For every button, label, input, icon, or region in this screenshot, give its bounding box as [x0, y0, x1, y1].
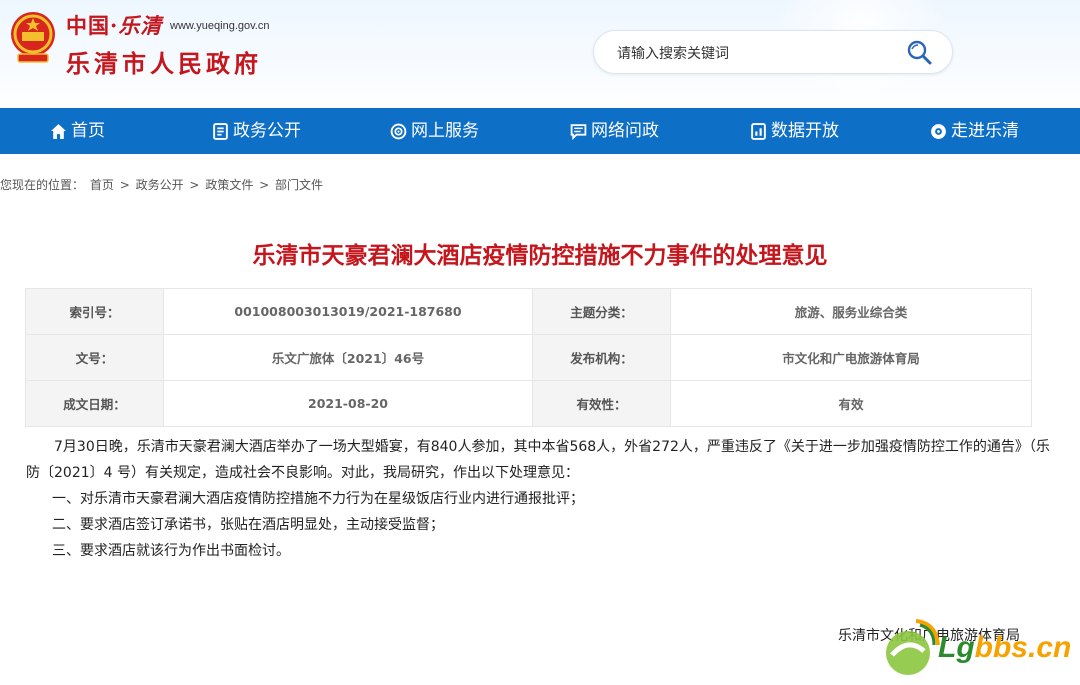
breadcrumb-link-home[interactable]: 首页: [90, 178, 114, 192]
search-box[interactable]: 请输入搜索关键词: [593, 30, 953, 74]
breadcrumb-link-gov-affairs[interactable]: 政务公开: [136, 178, 184, 192]
table-row: 索引号： 001008003013019/2021-187680 主题分类： 旅…: [25, 288, 1032, 335]
nav-label: 网络问政: [591, 121, 659, 141]
site-header: 中国·乐清 www.yueqing.gov.cn 乐清市人民政府 请输入搜索关键…: [0, 0, 1080, 108]
main-nav: 首页 政务公开 网上服务 网络问政 数据开放 走进乐清: [0, 108, 1080, 154]
table-row: 成文日期： 2021-08-20 有效性： 有效: [25, 380, 1032, 427]
docno-value: 乐文广旅体〔2021〕46号: [163, 334, 533, 381]
article-body: 7月30日晚，乐清市天豪君澜大酒店举办了一场大型婚宴，有840人参加，其中本省5…: [26, 434, 1056, 564]
data-icon: [751, 122, 766, 140]
topic-value: 旅游、服务业综合类: [670, 288, 1032, 335]
search-input[interactable]: 请输入搜索关键词: [617, 43, 729, 63]
article-item-3: 三、要求酒店就该行为作出书面检讨。: [52, 543, 290, 559]
org-label: 发布机构：: [532, 334, 671, 381]
document-icon: [213, 122, 228, 140]
nav-label: 数据开放: [771, 121, 839, 141]
nav-item-gov-affairs[interactable]: 政务公开: [212, 108, 301, 154]
chat-icon: [570, 123, 587, 140]
index-label: 索引号：: [25, 288, 164, 335]
index-value: 001008003013019/2021-187680: [163, 288, 533, 335]
nav-item-about-yueqing[interactable]: 走进乐清: [930, 108, 1019, 154]
breadcrumb-link-policy[interactable]: 政策文件: [205, 178, 253, 192]
watermark-text: Lgbbs.cn: [938, 631, 1072, 664]
docno-label: 文号：: [25, 334, 164, 381]
validity-value: 有效: [670, 380, 1032, 427]
watermark-leaf-icon: [886, 619, 940, 675]
watermark-logo: Lgbbs.cn: [880, 615, 1075, 685]
breadcrumb-link-dept-docs[interactable]: 部门文件: [275, 178, 323, 192]
nav-label: 政务公开: [233, 121, 301, 141]
national-emblem-icon[interactable]: [8, 8, 58, 66]
nav-item-open-data[interactable]: 数据开放: [750, 108, 839, 154]
nav-item-online-service[interactable]: 网上服务: [390, 108, 479, 154]
breadcrumb-prefix: 您现在的位置：: [0, 178, 85, 192]
breadcrumb-separator: >: [189, 178, 200, 192]
date-value: 2021-08-20: [163, 380, 533, 427]
home-icon: [51, 123, 66, 139]
article-paragraph: 7月30日晚，乐清市天豪君澜大酒店举办了一场大型婚宴，有840人参加，其中本省5…: [26, 439, 1050, 481]
article-item-2: 二、要求酒店签订承诺书，张贴在酒店明显处，主动接受监督；: [52, 517, 444, 533]
service-icon: [390, 123, 407, 139]
topic-label: 主题分类：: [532, 288, 671, 335]
site-url: www.yueqing.gov.cn: [170, 20, 270, 32]
nav-label: 走进乐清: [951, 121, 1019, 141]
date-label: 成文日期：: [25, 380, 164, 427]
breadcrumb-separator: >: [119, 178, 130, 192]
site-name[interactable]: 乐清市人民政府: [66, 44, 262, 79]
nav-item-online-inquiry[interactable]: 网络问政: [570, 108, 659, 154]
table-row: 文号： 乐文广旅体〔2021〕46号 发布机构： 市文化和广电旅游体育局: [25, 334, 1032, 381]
article-title: 乐清市天豪君澜大酒店疫情防控措施不力事件的处理意见: [252, 243, 828, 269]
org-value: 市文化和广电旅游体育局: [670, 334, 1032, 381]
document-meta-table: 索引号： 001008003013019/2021-187680 主题分类： 旅…: [25, 288, 1032, 427]
search-icon[interactable]: [906, 39, 932, 65]
nav-label: 网上服务: [411, 121, 479, 141]
breadcrumb-separator: >: [259, 178, 270, 192]
nav-item-home[interactable]: 首页: [50, 108, 105, 154]
site-logo-line1[interactable]: 中国·乐清: [66, 10, 162, 40]
breadcrumb: 您现在的位置： 首页 > 政务公开 > 政策文件 > 部门文件: [0, 176, 325, 193]
article-item-1: 一、对乐清市天豪君澜大酒店疫情防控措施不力行为在星级饭店行业内进行通报批评；: [52, 491, 584, 507]
validity-label: 有效性：: [532, 380, 671, 427]
eye-icon: [931, 123, 946, 139]
nav-label: 首页: [71, 121, 105, 141]
